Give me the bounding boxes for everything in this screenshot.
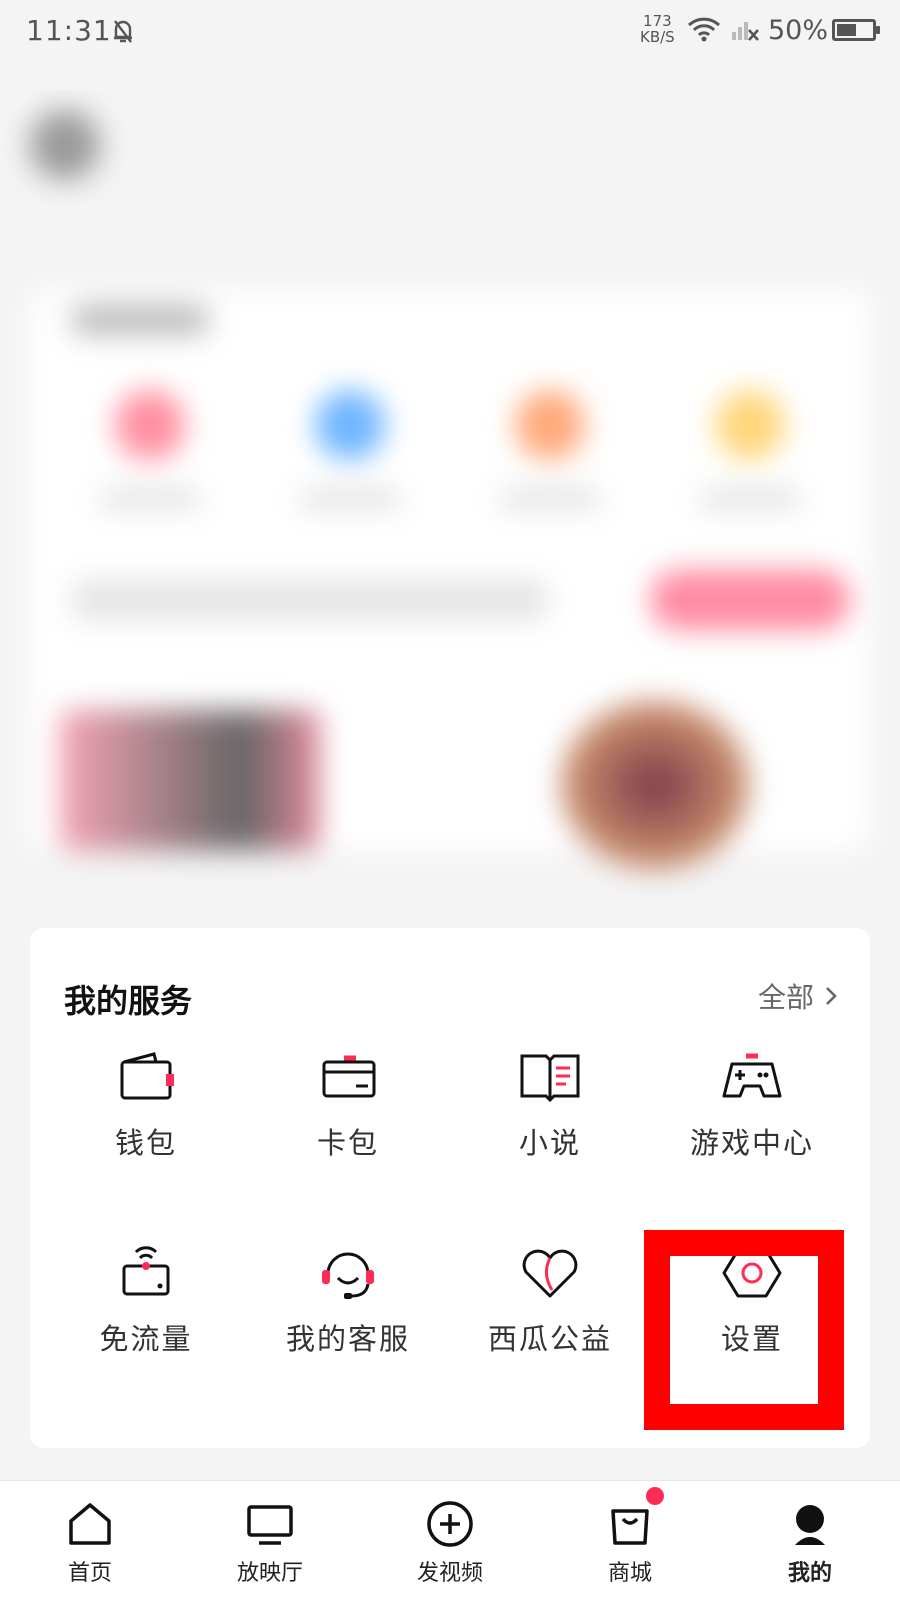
service-label: 卡包 <box>316 1126 379 1160</box>
tv-icon <box>247 1505 293 1545</box>
bottom-nav: 首页 放映厅 发视频 商城 我的 <box>0 1480 900 1601</box>
network-speed: 173 KB/S <box>640 13 675 45</box>
view-all-link[interactable]: 全部 <box>758 976 838 1016</box>
nav-label: 首页 <box>67 1561 112 1586</box>
speed-unit: KB/S <box>640 28 675 46</box>
free-data-icon <box>122 1246 170 1296</box>
blurred-profile-area <box>0 90 900 900</box>
service-charity[interactable]: 西瓜公益 <box>450 1244 650 1404</box>
profile-icon <box>795 1505 825 1545</box>
chevron-right-icon <box>826 987 837 1005</box>
status-time: 11:31 <box>26 14 112 47</box>
nav-me[interactable]: 我的 <box>750 1499 870 1587</box>
nav-mall[interactable]: 商城 <box>570 1499 690 1587</box>
status-bar: 11:31 173 KB/S 50% <box>0 0 900 64</box>
service-free-data[interactable]: 免流量 <box>46 1244 246 1404</box>
card-wallet-icon <box>322 1055 376 1098</box>
nav-label: 发视频 <box>416 1561 483 1586</box>
signal-off-icon <box>730 16 760 46</box>
service-label: 西瓜公益 <box>487 1322 612 1356</box>
view-all-label: 全部 <box>757 981 814 1014</box>
gamepad-icon <box>722 1053 782 1098</box>
services-title: 我的服务 <box>64 982 193 1020</box>
service-label: 游戏中心 <box>689 1126 814 1160</box>
nav-theater[interactable]: 放映厅 <box>210 1499 330 1587</box>
service-label: 小说 <box>518 1126 581 1160</box>
shopping-bag-icon <box>611 1509 649 1545</box>
service-card-wallet[interactable]: 卡包 <box>248 1048 448 1208</box>
heart-icon <box>522 1249 578 1298</box>
bell-muted-icon <box>112 18 134 48</box>
nav-post-video[interactable]: 发视频 <box>390 1499 510 1587</box>
service-label: 钱包 <box>114 1126 177 1160</box>
nav-label: 我的 <box>787 1561 832 1586</box>
nav-label: 放映厅 <box>236 1561 303 1586</box>
battery-icon <box>832 19 880 41</box>
battery-percent: 50% <box>768 15 829 46</box>
notification-badge <box>646 1487 664 1505</box>
settings-highlight-box <box>644 1230 844 1430</box>
service-wallet[interactable]: 钱包 <box>46 1048 246 1208</box>
headset-icon <box>322 1252 374 1299</box>
service-label: 免流量 <box>99 1322 193 1356</box>
wallet-icon <box>120 1052 174 1100</box>
plus-circle-icon <box>427 1501 473 1547</box>
service-novel[interactable]: 小说 <box>450 1048 650 1208</box>
nav-label: 商城 <box>607 1561 652 1586</box>
service-customer-support[interactable]: 我的客服 <box>248 1244 448 1404</box>
wifi-icon <box>686 16 722 46</box>
service-game-center[interactable]: 游戏中心 <box>652 1048 852 1208</box>
service-label: 我的客服 <box>285 1322 410 1356</box>
nav-home[interactable]: 首页 <box>30 1499 150 1587</box>
book-icon <box>520 1054 580 1103</box>
home-icon <box>69 1503 111 1545</box>
